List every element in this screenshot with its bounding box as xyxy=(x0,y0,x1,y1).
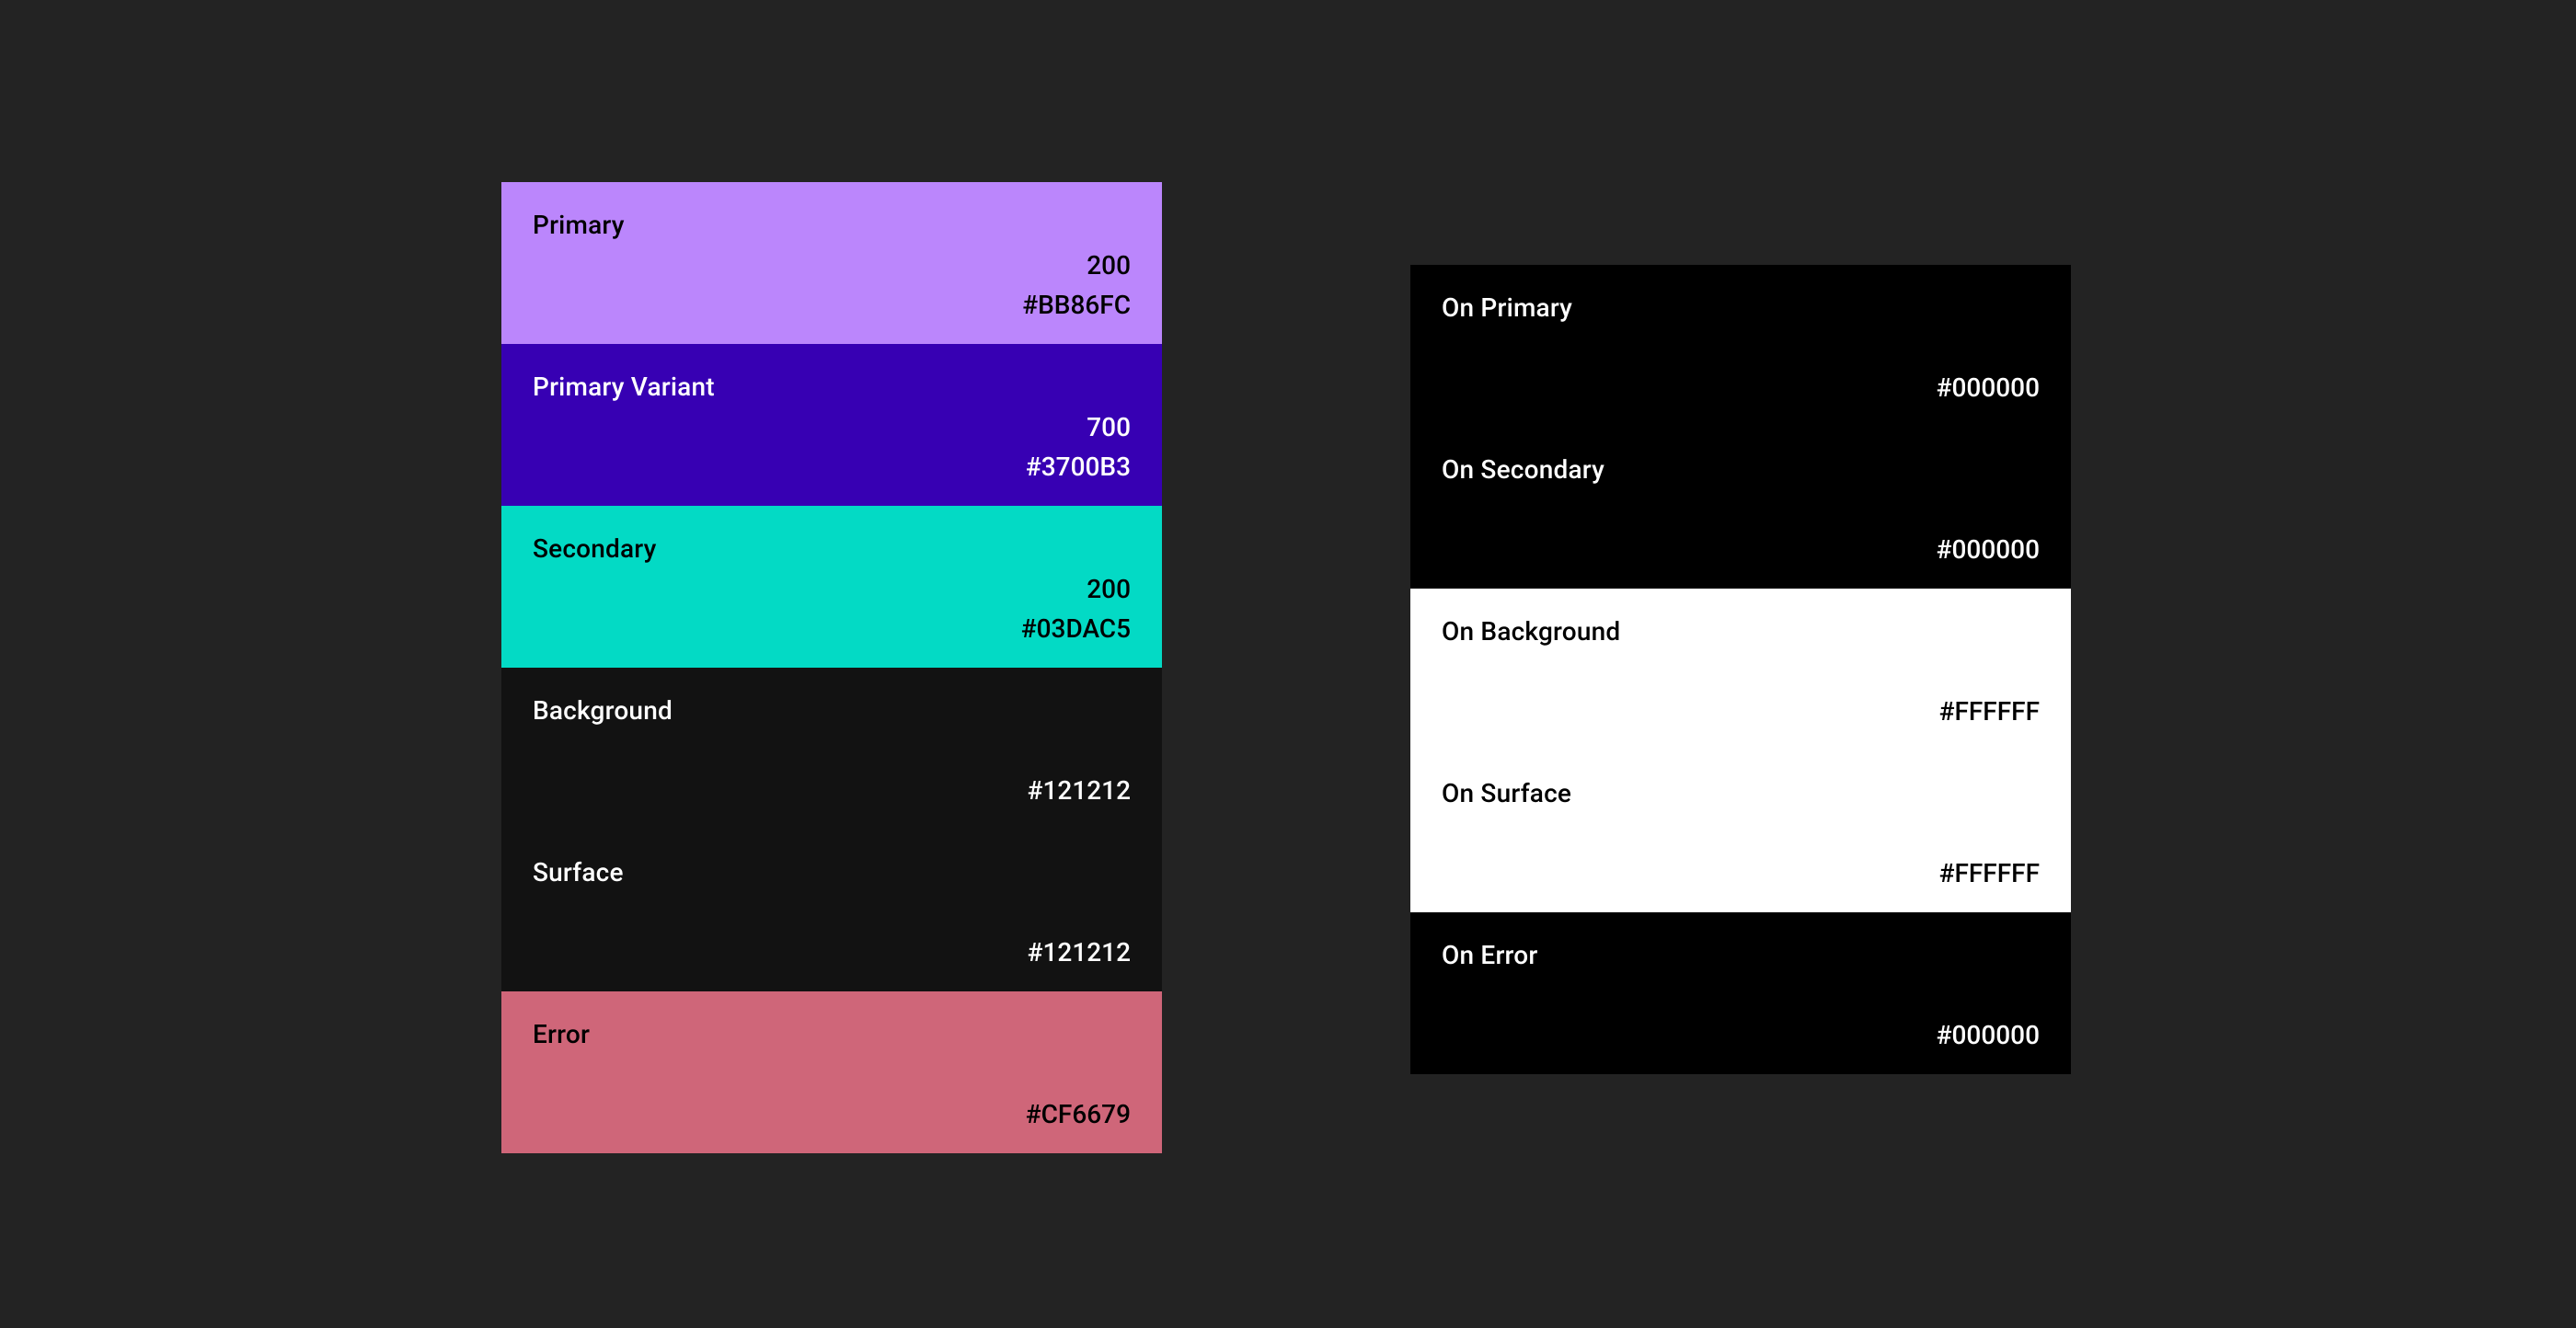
swatch-label: Surface xyxy=(533,857,1131,887)
swatch-meta: #000000 xyxy=(1937,534,2040,565)
swatch-meta: #FFFFFF xyxy=(1939,696,2040,727)
color-swatch: On Background #FFFFFF xyxy=(1410,589,2071,750)
swatch-hex: #FFFFFF xyxy=(1939,696,2040,727)
swatch-hex: #121212 xyxy=(1028,937,1131,967)
swatch-meta: 200 #BB86FC xyxy=(1022,250,1131,320)
color-swatch: Background #121212 xyxy=(501,668,1162,830)
swatch-label: On Background xyxy=(1442,616,2040,647)
swatch-meta: #121212 xyxy=(1028,775,1131,806)
swatch-meta: #000000 xyxy=(1937,1020,2040,1050)
color-swatch: Error #CF6679 xyxy=(501,991,1162,1153)
swatch-hex: #3700B3 xyxy=(1026,452,1131,482)
swatch-meta: 200 #03DAC5 xyxy=(1021,574,1131,644)
swatch-label: Error xyxy=(533,1019,1131,1049)
swatch-hex: #FFFFFF xyxy=(1939,858,2040,888)
swatch-tone: 200 xyxy=(1021,574,1131,604)
color-swatch: On Error #000000 xyxy=(1410,912,2071,1074)
swatch-hex: #000000 xyxy=(1937,372,2040,403)
color-swatch: Secondary 200 #03DAC5 xyxy=(501,506,1162,668)
swatch-hex: #CF6679 xyxy=(1026,1099,1131,1129)
swatch-label: Primary xyxy=(533,210,1131,240)
swatch-label: On Error xyxy=(1442,940,2040,970)
swatch-label: Secondary xyxy=(533,533,1131,564)
color-swatch: Primary 200 #BB86FC xyxy=(501,182,1162,344)
color-swatch: Surface #121212 xyxy=(501,830,1162,991)
swatch-label: On Surface xyxy=(1442,778,2040,808)
swatch-hex: #03DAC5 xyxy=(1021,613,1131,644)
swatch-label: Background xyxy=(533,695,1131,726)
swatch-tone: 700 xyxy=(1026,412,1131,442)
color-swatch: Primary Variant 700 #3700B3 xyxy=(501,344,1162,506)
swatch-hex: #000000 xyxy=(1937,534,2040,565)
swatch-label: Primary Variant xyxy=(533,372,1131,402)
swatch-meta: #121212 xyxy=(1028,937,1131,967)
color-swatch: On Secondary #000000 xyxy=(1410,427,2071,589)
swatch-meta: #FFFFFF xyxy=(1939,858,2040,888)
swatch-meta: #000000 xyxy=(1937,372,2040,403)
palette-container: Primary 200 #BB86FC Primary Variant 700 #3700… xyxy=(0,0,2576,1153)
right-palette: On Primary #000000 On Secondary #000000 On B… xyxy=(1410,265,2071,1074)
left-palette: Primary 200 #BB86FC Primary Variant 700 #3700… xyxy=(501,182,1162,1153)
swatch-meta: 700 #3700B3 xyxy=(1026,412,1131,482)
swatch-label: On Primary xyxy=(1442,292,2040,323)
swatch-label: On Secondary xyxy=(1442,454,2040,485)
color-swatch: On Surface #FFFFFF xyxy=(1410,750,2071,912)
swatch-hex: #BB86FC xyxy=(1022,290,1131,320)
color-swatch: On Primary #000000 xyxy=(1410,265,2071,427)
swatch-meta: #CF6679 xyxy=(1026,1099,1131,1129)
swatch-tone: 200 xyxy=(1022,250,1131,280)
swatch-hex: #121212 xyxy=(1028,775,1131,806)
swatch-hex: #000000 xyxy=(1937,1020,2040,1050)
